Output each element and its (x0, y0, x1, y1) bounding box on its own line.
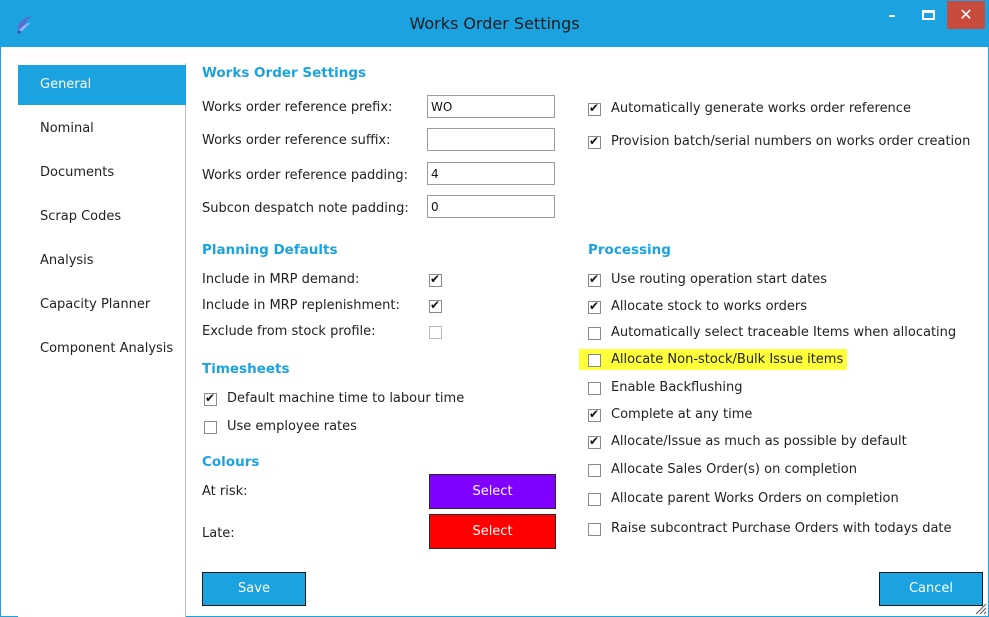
sidebar-item-documents[interactable]: Documents (18, 153, 186, 193)
processing-parent-works-orders-label: Allocate parent Works Orders on completi… (611, 491, 899, 506)
window-title: Works Order Settings (409, 14, 580, 33)
processing-backflushing-checkbox[interactable] (588, 382, 601, 395)
auto-generate-label: Automatically generate works order refer… (611, 101, 911, 116)
processing-traceable-items-label: Automatically select traceable Items whe… (611, 325, 957, 340)
processing-allocate-issue-checkbox[interactable] (588, 434, 601, 449)
processing-routing-start-dates-label: Use routing operation start dates (611, 272, 828, 287)
planning-defaults-heading: Planning Defaults (202, 242, 338, 258)
suffix-label: Works order reference suffix: (202, 133, 391, 148)
resize-grip-icon[interactable] (973, 601, 987, 615)
processing-allocate-stock-label: Allocate stock to works orders (611, 299, 808, 314)
planning-stock-profile-checkbox[interactable] (429, 326, 442, 339)
padding-label: Works order reference padding: (202, 168, 409, 183)
processing-routing-start-dates-checkbox[interactable] (588, 272, 601, 287)
planning-mrp-replenishment-label: Include in MRP replenishment: (202, 298, 400, 313)
processing-allocate-issue-label: Allocate/Issue as much as possible by de… (611, 434, 907, 449)
sidebar-item-capacity-planner[interactable]: Capacity Planner (18, 285, 186, 325)
works-order-settings-heading: Works Order Settings (202, 65, 367, 81)
save-button[interactable]: Save (202, 572, 306, 606)
close-button[interactable]: ✕ (947, 1, 985, 29)
processing-parent-works-orders-checkbox[interactable] (588, 493, 601, 506)
processing-backflushing-label: Enable Backflushing (611, 380, 743, 395)
padding-input[interactable] (427, 162, 555, 185)
planning-stock-profile-label: Exclude from stock profile: (202, 324, 376, 339)
planning-mrp-demand-checkbox[interactable] (429, 272, 442, 287)
sidebar-item-general[interactable]: General (18, 65, 186, 105)
processing-complete-any-time-label: Complete at any time (611, 407, 753, 422)
processing-traceable-items-checkbox[interactable] (588, 327, 601, 340)
timesheets-employee-rates-checkbox[interactable] (204, 421, 217, 434)
timesheets-machine-time-label: Default machine time to labour time (227, 391, 465, 406)
planning-mrp-demand-label: Include in MRP demand: (202, 272, 360, 287)
subcon-padding-label: Subcon despatch note padding: (202, 201, 409, 216)
settings-sidebar: General Nominal Documents Scrap Codes An… (18, 63, 186, 617)
processing-non-stock-bulk-checkbox[interactable] (588, 354, 601, 367)
at-risk-label: At risk: (202, 484, 248, 499)
processing-subcontract-po-label: Raise subcontract Purchase Orders with t… (611, 521, 952, 536)
title-bar: Works Order Settings – ✕ (1, 1, 988, 47)
prefix-label: Works order reference prefix: (202, 100, 393, 115)
timesheets-heading: Timesheets (202, 361, 290, 377)
at-risk-colour-select-button[interactable]: Select (429, 474, 556, 509)
auto-generate-checkbox[interactable] (588, 101, 601, 116)
processing-subcontract-po-checkbox[interactable] (588, 523, 601, 536)
sidebar-item-nominal[interactable]: Nominal (18, 109, 186, 149)
provision-checkbox[interactable] (588, 134, 601, 149)
suffix-input[interactable] (427, 128, 555, 151)
settings-window: Works Order Settings – ✕ General Nominal… (0, 0, 989, 617)
sidebar-item-component-analysis[interactable]: Component Analysis (18, 329, 186, 369)
processing-allocate-stock-checkbox[interactable] (588, 299, 601, 314)
subcon-padding-input[interactable] (427, 195, 555, 218)
late-colour-select-button[interactable]: Select (429, 514, 556, 549)
cancel-button[interactable]: Cancel (879, 572, 983, 606)
maximize-icon (921, 10, 935, 20)
prefix-input[interactable] (427, 95, 555, 118)
processing-sales-orders-label: Allocate Sales Order(s) on completion (611, 462, 857, 477)
processing-non-stock-bulk-label: Allocate Non-stock/Bulk Issue items (611, 352, 844, 367)
planning-mrp-replenishment-checkbox[interactable] (429, 298, 442, 313)
processing-sales-orders-checkbox[interactable] (588, 464, 601, 477)
timesheets-machine-time-checkbox[interactable] (204, 391, 217, 406)
late-label: Late: (202, 526, 235, 541)
processing-heading: Processing (588, 242, 671, 258)
sidebar-item-scrap-codes[interactable]: Scrap Codes (18, 197, 186, 237)
sidebar-item-analysis[interactable]: Analysis (18, 241, 186, 281)
colours-heading: Colours (202, 454, 260, 470)
provision-label: Provision batch/serial numbers on works … (611, 134, 971, 149)
processing-complete-any-time-checkbox[interactable] (588, 407, 601, 422)
minimize-button[interactable]: – (875, 1, 909, 31)
timesheets-employee-rates-label: Use employee rates (227, 419, 357, 434)
maximize-button[interactable] (911, 1, 945, 31)
